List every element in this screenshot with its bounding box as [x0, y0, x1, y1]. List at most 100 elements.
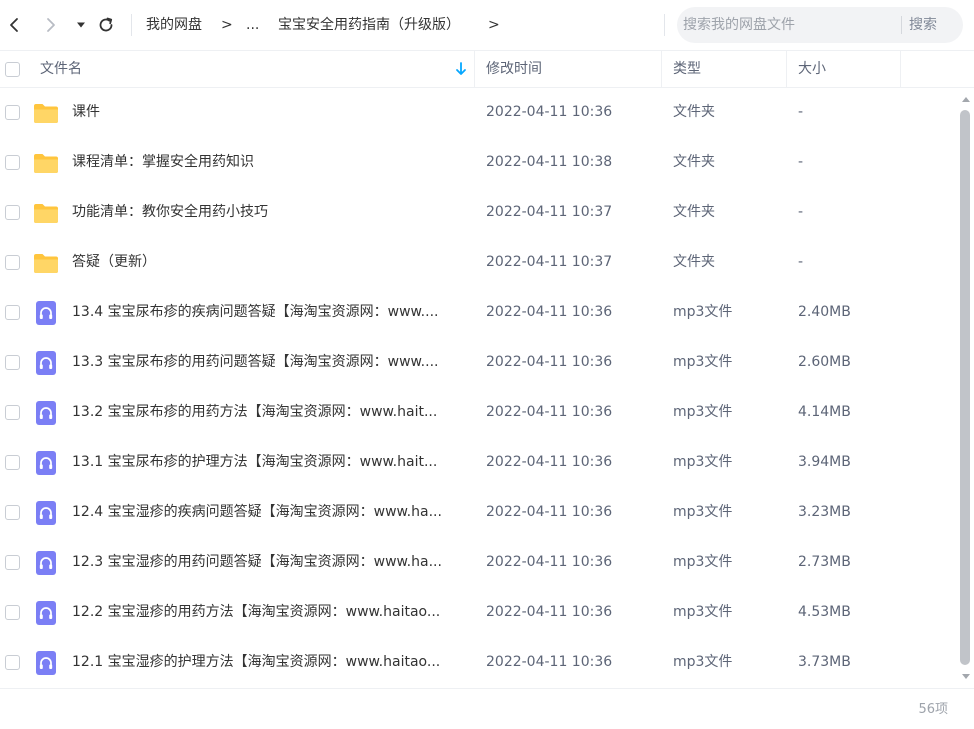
file-type: mp3文件 [673, 554, 733, 570]
column-header-type[interactable]: 类型 [673, 51, 701, 88]
file-name[interactable]: 13.1 宝宝尿布疹的护理方法【海淘宝资源网：www.hait... [72, 452, 464, 472]
row-checkbox[interactable] [5, 555, 20, 570]
breadcrumb-current: 宝宝安全用药指南（升级版） [278, 17, 460, 33]
file-modified-time: 2022-04-11 10:36 [486, 104, 613, 120]
file-type: mp3文件 [673, 404, 733, 420]
breadcrumb-root[interactable]: 我的网盘 [146, 15, 202, 35]
folder-icon [33, 201, 59, 225]
column-header-size[interactable]: 大小 [798, 51, 826, 88]
row-checkbox[interactable] [5, 255, 20, 270]
audio-file-icon [33, 501, 59, 525]
file-modified-time: 2022-04-11 10:36 [486, 454, 613, 470]
folder-icon [33, 251, 59, 275]
breadcrumb-ellipsis[interactable]: ... [246, 15, 259, 35]
file-name[interactable]: 12.2 宝宝湿疹的用药方法【海淘宝资源网：www.haitao... [72, 602, 464, 622]
scrollbar-thumb[interactable] [960, 110, 970, 665]
file-row[interactable]: 12.4 宝宝湿疹的疾病问题答疑【海淘宝资源网：www.ha... 2022-0… [0, 488, 958, 538]
file-list-header: 文件名 修改时间 类型 大小 [0, 50, 974, 88]
file-name[interactable]: 课程清单：掌握安全用药知识 [72, 152, 464, 172]
file-row[interactable]: 课件 2022-04-11 10:36 文件夹 - [0, 88, 958, 138]
file-size: 2.73MB [798, 554, 851, 570]
file-name[interactable]: 课件 [72, 102, 464, 122]
column-divider[interactable] [474, 51, 475, 88]
toolbar-divider [131, 14, 132, 36]
column-divider[interactable] [786, 51, 787, 88]
file-type: 文件夹 [673, 204, 715, 220]
file-modified-time: 2022-04-11 10:38 [486, 154, 613, 170]
file-size: 3.23MB [798, 504, 851, 520]
column-divider[interactable] [900, 51, 901, 88]
refresh-button[interactable] [95, 13, 117, 37]
file-row[interactable]: 13.4 宝宝尿布疹的疾病问题答疑【海淘宝资源网：www.... 2022-04… [0, 288, 958, 338]
file-name[interactable]: 13.4 宝宝尿布疹的疾病问题答疑【海淘宝资源网：www.... [72, 302, 464, 322]
file-name[interactable]: 12.3 宝宝湿疹的用药问题答疑【海淘宝资源网：www.ha... [72, 552, 464, 572]
file-type: mp3文件 [673, 354, 733, 370]
file-modified-time: 2022-04-11 10:36 [486, 604, 613, 620]
file-row[interactable]: 课程清单：掌握安全用药知识 2022-04-11 10:38 文件夹 - [0, 138, 958, 188]
history-dropdown-button[interactable] [70, 13, 92, 37]
search-input[interactable] [681, 7, 897, 43]
column-divider[interactable] [661, 51, 662, 88]
file-modified-time: 2022-04-11 10:37 [486, 254, 613, 270]
file-size: - [798, 104, 804, 120]
file-type: 文件夹 [673, 154, 715, 170]
file-name[interactable]: 12.1 宝宝湿疹的护理方法【海淘宝资源网：www.haitao... [72, 652, 464, 672]
search-box: 搜索 [677, 7, 963, 43]
file-size: 2.40MB [798, 304, 851, 320]
audio-file-icon [33, 551, 59, 575]
arrow-down-icon[interactable] [455, 62, 467, 76]
forward-button[interactable] [40, 13, 62, 37]
file-type: mp3文件 [673, 604, 733, 620]
file-size: 4.14MB [798, 404, 851, 420]
column-header-modified[interactable]: 修改时间 [486, 51, 542, 88]
row-checkbox[interactable] [5, 405, 20, 420]
audio-file-icon [33, 301, 59, 325]
chevron-right-icon [47, 18, 55, 32]
file-size: 3.73MB [798, 654, 851, 670]
file-modified-time: 2022-04-11 10:36 [486, 354, 613, 370]
file-name[interactable]: 13.2 宝宝尿布疹的用药方法【海淘宝资源网：www.hait... [72, 402, 464, 422]
footer-divider [0, 688, 974, 689]
audio-file-icon [33, 451, 59, 475]
audio-file-icon [33, 351, 59, 375]
file-modified-time: 2022-04-11 10:36 [486, 554, 613, 570]
row-checkbox[interactable] [5, 305, 20, 320]
row-checkbox[interactable] [5, 205, 20, 220]
file-row[interactable]: 12.1 宝宝湿疹的护理方法【海淘宝资源网：www.haitao... 2022… [0, 638, 958, 688]
row-checkbox[interactable] [5, 655, 20, 670]
file-row[interactable]: 功能清单：教你安全用药小技巧 2022-04-11 10:37 文件夹 - [0, 188, 958, 238]
file-name[interactable]: 功能清单：教你安全用药小技巧 [72, 202, 464, 222]
row-checkbox[interactable] [5, 155, 20, 170]
file-name[interactable]: 13.3 宝宝尿布疹的用药问题答疑【海淘宝资源网：www.... [72, 352, 464, 372]
row-checkbox[interactable] [5, 605, 20, 620]
scroll-up-arrow-icon[interactable] [961, 96, 971, 103]
file-row[interactable]: 13.2 宝宝尿布疹的用药方法【海淘宝资源网：www.hait... 2022-… [0, 388, 958, 438]
file-name[interactable]: 12.4 宝宝湿疹的疾病问题答疑【海淘宝资源网：www.ha... [72, 502, 464, 522]
file-size: 2.60MB [798, 354, 851, 370]
file-type: mp3文件 [673, 654, 733, 670]
scroll-down-arrow-icon[interactable] [961, 673, 971, 680]
file-row[interactable]: 13.1 宝宝尿布疹的护理方法【海淘宝资源网：www.hait... 2022-… [0, 438, 958, 488]
file-row[interactable]: 13.3 宝宝尿布疹的用药问题答疑【海淘宝资源网：www.... 2022-04… [0, 338, 958, 388]
row-checkbox[interactable] [5, 355, 20, 370]
select-all-checkbox[interactable] [5, 62, 20, 77]
search-button[interactable]: 搜索 [909, 15, 937, 35]
back-button[interactable] [3, 13, 25, 37]
row-checkbox[interactable] [5, 105, 20, 120]
file-modified-time: 2022-04-11 10:37 [486, 204, 613, 220]
breadcrumb-separator: > [488, 17, 500, 33]
file-list: 课件 2022-04-11 10:36 文件夹 - 课程清单：掌握安全用药知识 … [0, 88, 958, 688]
file-row[interactable]: 12.2 宝宝湿疹的用药方法【海淘宝资源网：www.haitao... 2022… [0, 588, 958, 638]
file-type: mp3文件 [673, 304, 733, 320]
item-count: 56项 [918, 702, 948, 717]
file-row[interactable]: 12.3 宝宝湿疹的用药问题答疑【海淘宝资源网：www.ha... 2022-0… [0, 538, 958, 588]
file-row[interactable]: 答疑（更新） 2022-04-11 10:37 文件夹 - [0, 238, 958, 288]
file-name[interactable]: 答疑（更新） [72, 252, 464, 272]
row-checkbox[interactable] [5, 505, 20, 520]
column-header-name[interactable]: 文件名 [40, 51, 82, 88]
audio-file-icon [33, 401, 59, 425]
file-modified-time: 2022-04-11 10:36 [486, 404, 613, 420]
folder-icon [33, 151, 59, 175]
row-checkbox[interactable] [5, 455, 20, 470]
file-size: 4.53MB [798, 604, 851, 620]
